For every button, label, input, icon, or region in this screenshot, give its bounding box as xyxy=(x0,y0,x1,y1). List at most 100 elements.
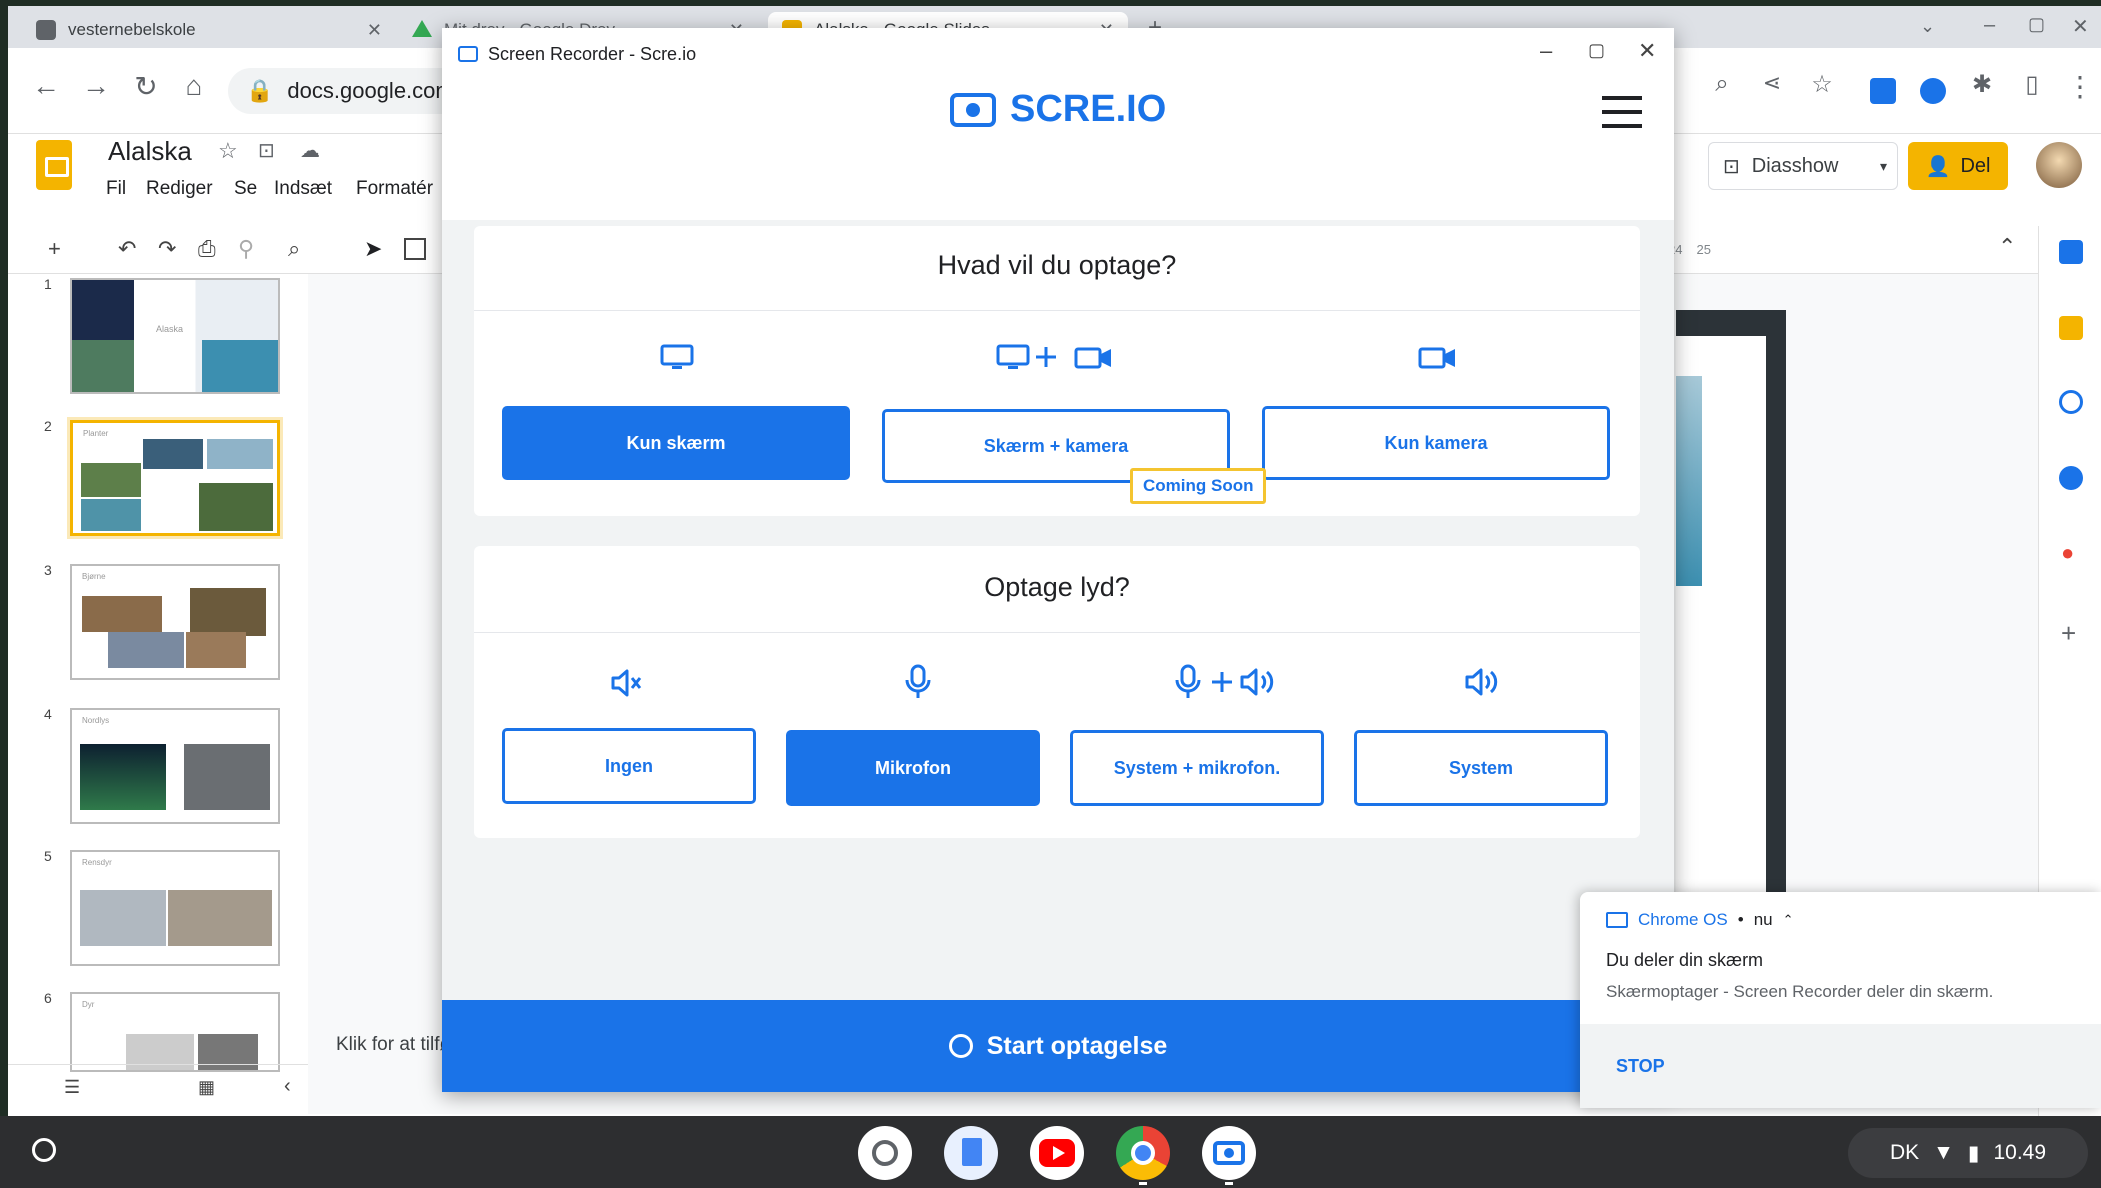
close-tab-icon[interactable]: ✕ xyxy=(367,20,382,41)
notification-source: Chrome OS xyxy=(1638,910,1728,929)
present-dropdown-icon[interactable]: ▾ xyxy=(1880,158,1897,175)
slide-thumbnail[interactable]: Bjørne xyxy=(70,564,280,680)
school-favicon-icon xyxy=(36,20,56,40)
slide-thumbnail[interactable]: Nordlys xyxy=(70,708,280,824)
collapse-panel-icon[interactable]: ‹ xyxy=(284,1075,291,1098)
running-indicator xyxy=(1225,1182,1233,1185)
lock-icon: 🔒 xyxy=(246,78,274,103)
only-screen-button[interactable]: Kun skærm xyxy=(502,406,850,480)
thumb-title: Planter xyxy=(83,429,109,438)
home-icon[interactable]: ⌂ xyxy=(176,70,212,102)
maps-icon[interactable]: ● xyxy=(2061,540,2074,566)
close-window-icon[interactable]: ✕ xyxy=(2072,14,2089,39)
slides-logo-icon[interactable] xyxy=(36,140,72,190)
menu-view[interactable]: Se xyxy=(234,178,257,200)
slide-number: 2 xyxy=(44,418,52,434)
present-button[interactable]: ⊡ Diasshow ▾ xyxy=(1708,142,1898,190)
notification-header: Chrome OS • nu ⌃ xyxy=(1606,910,1794,930)
slide-number: 4 xyxy=(44,706,52,722)
slide-thumbnail[interactable]: Alaska xyxy=(70,278,280,394)
keep-icon[interactable] xyxy=(2059,316,2083,340)
coming-soon-badge: Coming Soon xyxy=(1130,468,1267,504)
menu-file[interactable]: Fil xyxy=(106,178,126,200)
record-source-question: Hvad vil du optage? xyxy=(937,250,1177,280)
system-tray[interactable]: DK ▼ ▮ 10.49 xyxy=(1848,1128,2088,1178)
tab-vesternebelskole[interactable]: vesternebelskole ✕ xyxy=(22,12,396,48)
filmstrip-view-icon[interactable]: ☰ xyxy=(64,1077,80,1098)
extensions-puzzle-icon[interactable]: ✱ xyxy=(1964,70,2000,99)
reload-icon[interactable]: ↻ xyxy=(128,70,164,103)
menu-insert[interactable]: Indsæt xyxy=(274,178,332,200)
audio-microphone-button[interactable]: Mikrofon xyxy=(786,730,1040,806)
back-icon[interactable]: ← xyxy=(28,70,64,102)
docs-app-icon[interactable] xyxy=(944,1126,998,1180)
calendar-icon[interactable] xyxy=(2059,240,2083,264)
grid-view-icon[interactable]: ▦ xyxy=(198,1077,215,1098)
extension-icon[interactable] xyxy=(1870,78,1896,104)
audio-question: Optage lyd? xyxy=(984,572,1130,602)
chrome-app-icon[interactable] xyxy=(1116,1126,1170,1180)
slide-thumbnail-selected[interactable]: Planter xyxy=(70,420,280,536)
side-panel-icon[interactable]: ▯ xyxy=(2014,70,2050,99)
mute-icon xyxy=(611,669,642,697)
restore-window-icon[interactable]: ▢ xyxy=(2028,14,2045,35)
new-slide-icon[interactable]: + xyxy=(48,236,61,262)
launcher-icon[interactable] xyxy=(32,1138,56,1162)
cast-screen-icon xyxy=(1606,912,1628,928)
textbox-icon[interactable] xyxy=(404,238,426,260)
avatar[interactable] xyxy=(2036,142,2082,188)
move-folder-icon[interactable]: ⊡ xyxy=(258,138,275,163)
maximize-icon[interactable]: ▢ xyxy=(1588,40,1605,61)
contacts-icon[interactable] xyxy=(2059,466,2083,490)
zoom-tool-icon[interactable]: ⌕ xyxy=(288,236,300,262)
speaker-icon xyxy=(1465,668,1498,696)
browser-menu-icon[interactable]: ⋮ xyxy=(2062,70,2098,103)
screen-recorder-app-icon[interactable] xyxy=(1202,1126,1256,1180)
slide-thumbnail[interactable]: Dyr xyxy=(70,992,280,1072)
hamburger-menu-icon[interactable] xyxy=(1602,96,1642,136)
document-title[interactable]: Alalska xyxy=(108,136,192,167)
menu-format[interactable]: Formatér xyxy=(356,178,433,200)
share-icon[interactable]: ⋖ xyxy=(1754,70,1790,96)
person-icon: 👤 xyxy=(1925,155,1951,178)
close-icon[interactable]: ✕ xyxy=(1638,38,1656,64)
print-icon[interactable]: ⎙ xyxy=(198,236,216,262)
audio-none-button[interactable]: Ingen xyxy=(502,728,756,804)
settings-app-icon[interactable] xyxy=(858,1126,912,1180)
expand-chevron-icon[interactable]: ⌃ xyxy=(1783,912,1794,928)
undo-icon[interactable]: ↶ xyxy=(118,236,136,262)
running-indicator xyxy=(1139,1182,1147,1185)
tasks-icon[interactable] xyxy=(2059,390,2083,414)
youtube-app-icon[interactable] xyxy=(1030,1126,1084,1180)
slide-thumbnail[interactable]: Rensdyr xyxy=(70,850,280,966)
start-recording-button[interactable]: Start optagelse xyxy=(442,1000,1674,1092)
collapse-toolbar-icon[interactable]: ⌃ xyxy=(1998,234,2016,260)
star-icon[interactable]: ☆ xyxy=(218,138,238,164)
slide-number: 3 xyxy=(44,562,52,578)
minimize-window-icon[interactable]: – xyxy=(1984,14,1995,37)
recorder-app-icon xyxy=(458,46,478,62)
tab-search-icon[interactable]: ⌄ xyxy=(1920,16,1935,37)
forward-icon[interactable]: → xyxy=(78,70,114,102)
share-button[interactable]: 👤 Del xyxy=(1908,142,2008,190)
stop-sharing-button[interactable]: STOP xyxy=(1616,1056,1665,1077)
battery-icon: ▮ xyxy=(1967,1141,1980,1165)
record-circle-icon xyxy=(948,1034,973,1058)
slide-canvas[interactable] xyxy=(1676,336,1766,936)
select-cursor-icon[interactable]: ➤ xyxy=(364,236,382,262)
get-addons-icon[interactable]: + xyxy=(2061,618,2076,649)
clock: 10.49 xyxy=(1993,1141,2047,1164)
minimize-icon[interactable]: – xyxy=(1540,38,1552,64)
bookmark-star-icon[interactable]: ☆ xyxy=(1804,70,1840,99)
screen-share-notification: Chrome OS • nu ⌃ Du deler din skærm Skær… xyxy=(1580,892,2101,1108)
redo-icon[interactable]: ↷ xyxy=(158,236,176,262)
extension-shield-icon[interactable] xyxy=(1920,78,1946,104)
zoom-icon[interactable]: ⌕ xyxy=(1704,70,1740,98)
audio-system-button[interactable]: System xyxy=(1354,730,1608,806)
cloud-status-icon: ☁ xyxy=(300,140,320,162)
menu-edit[interactable]: Rediger xyxy=(146,178,213,200)
url-text: docs.google.com xyxy=(287,78,454,103)
only-camera-button[interactable]: Kun kamera xyxy=(1262,406,1610,480)
audio-system-mic-button[interactable]: System + mikrofon. xyxy=(1070,730,1324,806)
paint-format-icon[interactable]: ⚲ xyxy=(238,236,254,262)
